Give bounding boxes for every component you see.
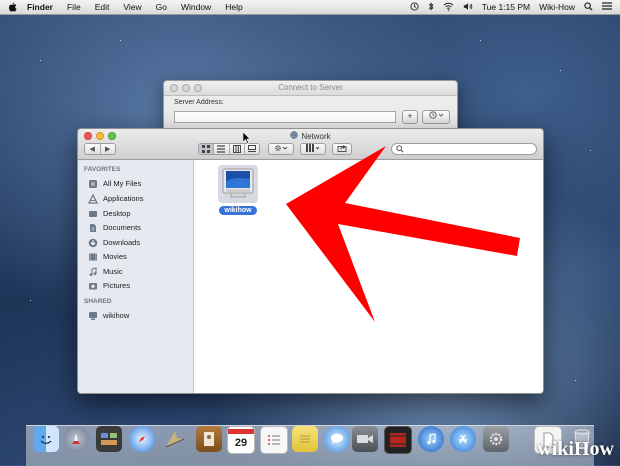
red-pointer-arrow: [286, 146, 520, 322]
dock-system-preferences-icon[interactable]: [483, 426, 509, 452]
dock-messages-icon[interactable]: [324, 426, 350, 452]
dock-photo-booth-icon[interactable]: [384, 426, 412, 454]
dock-reminders-icon[interactable]: [260, 426, 288, 454]
wikihow-watermark: wikiHow: [537, 438, 614, 460]
dock-app-store-icon[interactable]: [450, 426, 476, 452]
dock-mail-icon[interactable]: [162, 426, 188, 452]
dock-safari-icon[interactable]: [129, 426, 155, 452]
calendar-day: 29: [234, 436, 248, 449]
dock-contacts-icon[interactable]: [196, 426, 222, 452]
dock-facetime-icon[interactable]: [352, 426, 378, 452]
dock-notes-icon[interactable]: [292, 426, 318, 452]
dock-calendar-icon[interactable]: 29: [227, 426, 255, 454]
dock-finder-icon[interactable]: [33, 426, 59, 452]
dock-mission-control-icon[interactable]: [96, 426, 122, 452]
dock-launchpad-icon[interactable]: [63, 426, 89, 452]
dock-itunes-icon[interactable]: [418, 426, 444, 452]
